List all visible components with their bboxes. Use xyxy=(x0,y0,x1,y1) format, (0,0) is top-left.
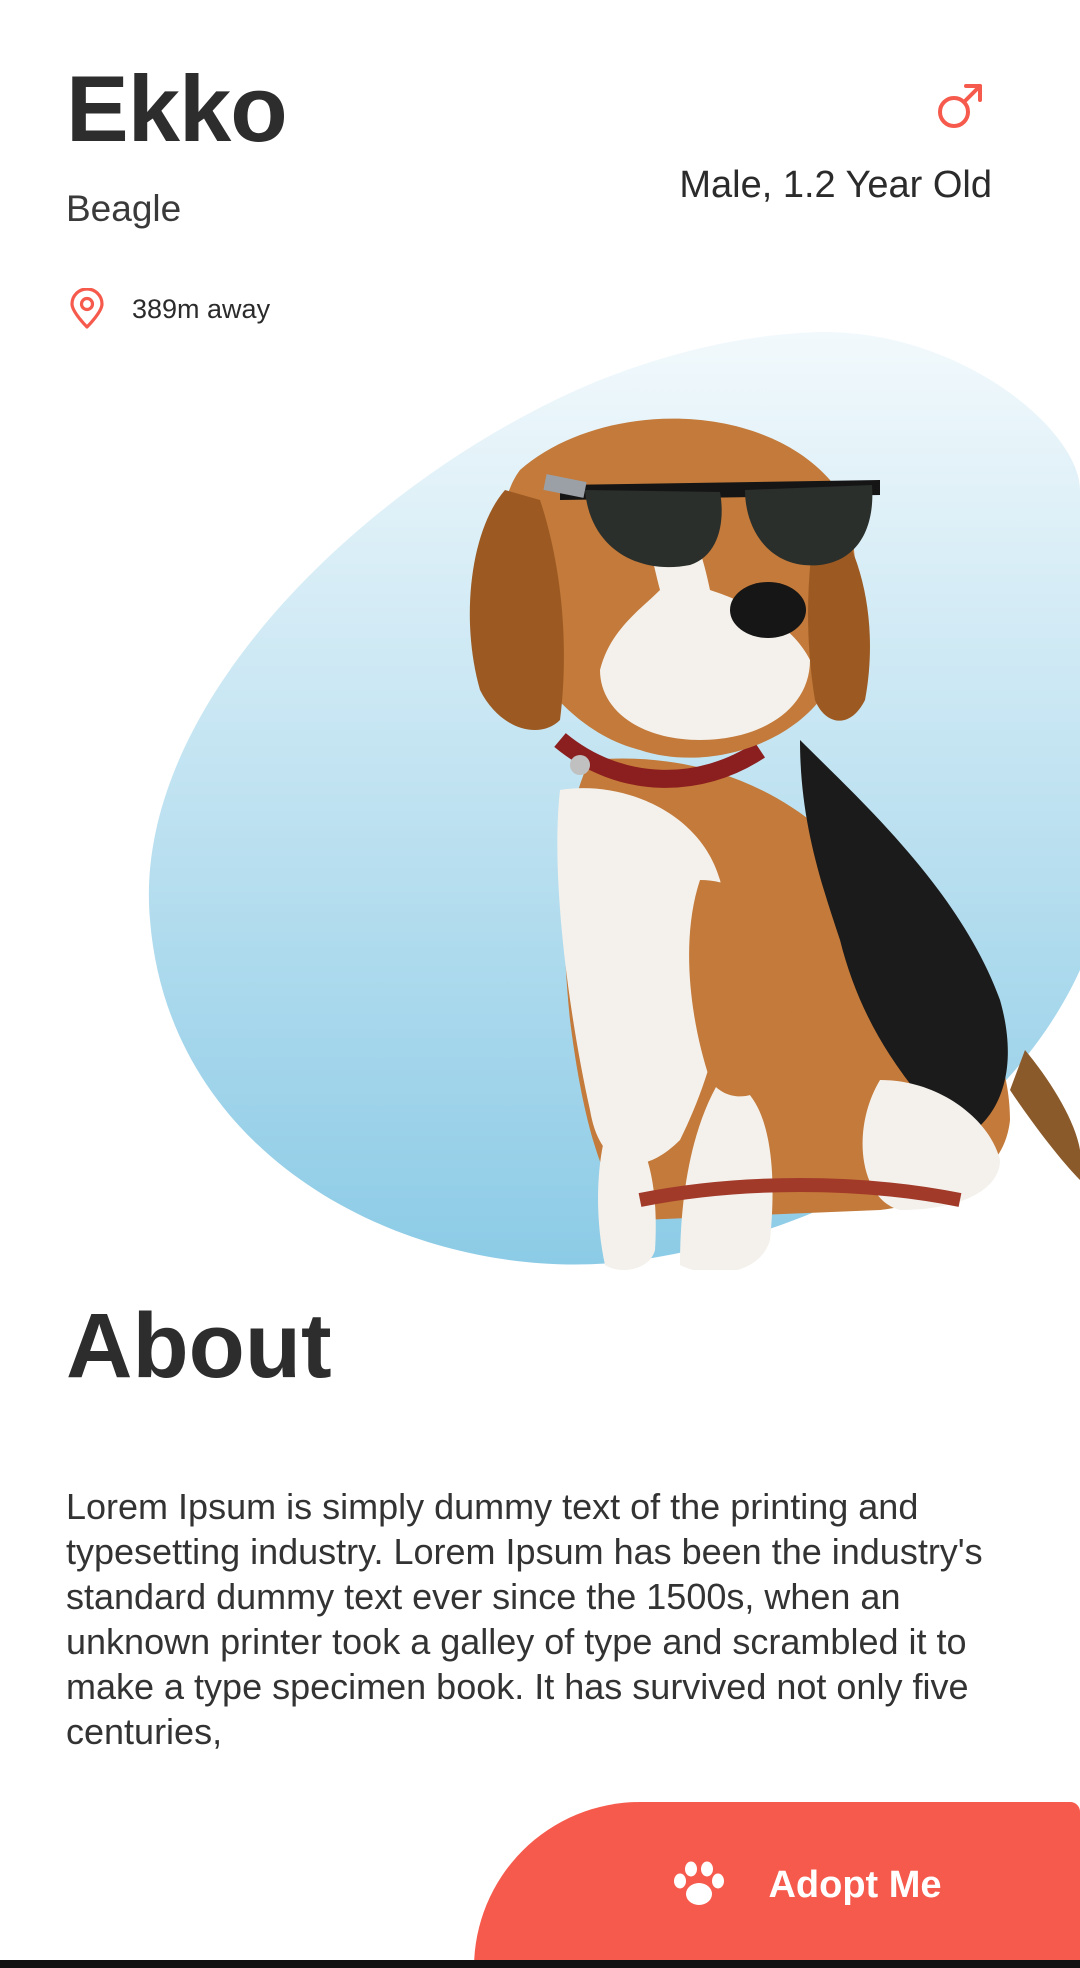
about-description: Lorem Ipsum is simply dummy text of the … xyxy=(66,1486,983,1752)
pet-breed: Beagle xyxy=(66,188,182,229)
male-symbol-icon xyxy=(938,84,982,128)
adopt-me-button[interactable]: Adopt Me xyxy=(474,1802,1080,1968)
bottom-edge-bar xyxy=(0,1960,1080,1968)
adopt-button-content: Adopt Me xyxy=(672,1861,942,1909)
about-title: About xyxy=(66,1295,332,1397)
adopt-me-label: Adopt Me xyxy=(768,1863,942,1906)
pet-name: Ekko xyxy=(66,56,288,161)
gender-age: Male, 1.2 Year Old xyxy=(679,164,992,206)
pet-photo xyxy=(0,320,1080,1270)
paw-icon xyxy=(674,1861,725,1905)
